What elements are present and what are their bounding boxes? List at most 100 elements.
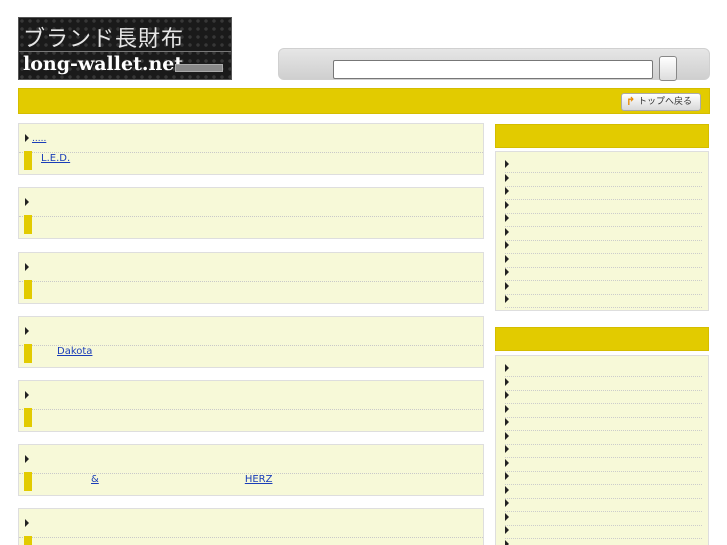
block-accent-bar	[24, 344, 32, 363]
bullet-arrow-icon	[505, 254, 509, 263]
block-title: .....	[25, 134, 52, 144]
block-accent-bar	[24, 215, 32, 234]
search-bar	[278, 48, 710, 81]
sidebar-item[interactable]	[505, 200, 702, 214]
bullet-arrow-icon	[505, 499, 509, 507]
back-to-top-button[interactable]: ↱ トップへ戻る	[621, 93, 701, 111]
bullet-arrow-icon	[505, 445, 509, 453]
sidebar-item[interactable]	[505, 391, 702, 404]
sidebar-item[interactable]	[505, 281, 702, 295]
block-accent-bar	[24, 536, 32, 545]
block-link-list: & HERZ	[41, 474, 386, 485]
block-link-list	[41, 217, 221, 228]
bullet-arrow-icon	[505, 200, 509, 209]
content-block: ..... L.E.D.	[18, 123, 484, 175]
sidebar-item[interactable]	[505, 458, 702, 472]
sidebar-item[interactable]	[505, 418, 702, 431]
block-link[interactable]: L.E.D.	[41, 153, 70, 164]
bullet-arrow-icon	[25, 327, 29, 335]
block-title	[25, 263, 48, 273]
sidebar-list-1	[495, 151, 709, 311]
bullet-arrow-icon	[505, 526, 509, 534]
sidebar-item[interactable]	[505, 187, 702, 200]
logo-divider	[19, 51, 231, 52]
content-block: Dakota	[18, 316, 484, 368]
sidebar-item[interactable]	[505, 268, 702, 281]
block-link[interactable]: HERZ	[245, 474, 273, 485]
sidebar-item[interactable]	[505, 227, 702, 241]
sidebar-item[interactable]	[505, 377, 702, 391]
bullet-arrow-icon	[505, 431, 509, 440]
bullet-arrow-icon	[505, 472, 509, 480]
sidebar-item[interactable]	[505, 295, 702, 308]
bullet-arrow-icon	[505, 404, 509, 413]
nav-bar: ↱ トップへ戻る	[18, 88, 710, 114]
block-title	[25, 391, 48, 401]
sidebar-item[interactable]	[505, 214, 702, 227]
sidebar-item[interactable]	[505, 539, 702, 545]
sidebar-item[interactable]	[505, 254, 702, 268]
bullet-arrow-icon	[25, 519, 29, 527]
sidebar-item[interactable]	[505, 160, 702, 173]
block-accent-bar	[24, 408, 32, 427]
sidebar-header-1	[495, 124, 709, 148]
search-button[interactable]	[659, 56, 677, 81]
block-accent-bar	[24, 472, 32, 491]
bullet-arrow-icon	[505, 377, 509, 386]
site-logo[interactable]: ブランド長財布 long-wallet.net	[18, 17, 232, 80]
bullet-arrow-icon	[505, 187, 509, 195]
bullet-arrow-icon	[505, 268, 509, 276]
bullet-arrow-icon	[505, 214, 509, 222]
block-title-link[interactable]: .....	[32, 134, 46, 144]
bullet-arrow-icon	[505, 539, 509, 545]
content-block	[18, 252, 484, 304]
sidebar-item[interactable]	[505, 445, 702, 458]
bullet-arrow-icon	[505, 295, 509, 303]
block-link-list	[41, 410, 75, 421]
block-title	[25, 198, 48, 208]
bullet-arrow-icon	[25, 455, 29, 463]
bullet-arrow-icon	[505, 458, 509, 467]
block-link[interactable]: &	[91, 474, 99, 485]
bullet-arrow-icon	[505, 512, 509, 521]
sidebar-item[interactable]	[505, 526, 702, 539]
sidebar-item[interactable]	[505, 431, 702, 445]
bullet-arrow-icon	[505, 241, 509, 249]
bullet-arrow-icon	[25, 263, 29, 271]
block-title	[25, 455, 48, 465]
logo-title-domain: long-wallet.net	[23, 53, 184, 75]
block-title	[25, 519, 48, 529]
block-divider	[19, 409, 483, 410]
sidebar-item[interactable]	[505, 485, 702, 499]
block-accent-bar	[24, 151, 32, 170]
sidebar-header-2	[495, 327, 709, 351]
logo-title-japanese: ブランド長財布	[23, 27, 185, 52]
sidebar-item[interactable]	[505, 499, 702, 512]
sidebar-item[interactable]	[505, 364, 702, 377]
sidebar-item[interactable]	[505, 241, 702, 254]
block-link-list: Dakota	[41, 346, 130, 357]
back-to-top-label: トップへ戻る	[638, 97, 693, 107]
bullet-arrow-icon	[505, 485, 509, 494]
content-block	[18, 508, 484, 545]
bullet-arrow-icon	[25, 391, 29, 399]
block-divider	[19, 537, 483, 538]
block-accent-bar	[24, 280, 32, 299]
block-link-list	[41, 282, 175, 293]
search-input[interactable]	[333, 60, 653, 79]
bullet-arrow-icon	[505, 227, 509, 236]
block-title	[25, 327, 48, 337]
sidebar-item[interactable]	[505, 404, 702, 418]
sidebar-item[interactable]	[505, 512, 702, 526]
bullet-arrow-icon	[505, 281, 509, 290]
logo-tag	[175, 64, 223, 72]
sidebar-item[interactable]	[505, 472, 702, 485]
return-arrow-icon: ↱	[626, 95, 636, 108]
block-link[interactable]: Dakota	[57, 346, 92, 357]
sidebar-item[interactable]	[505, 173, 702, 187]
content-block	[18, 187, 484, 239]
sidebar-list-2	[495, 355, 709, 545]
bullet-arrow-icon	[505, 391, 509, 399]
bullet-arrow-icon	[505, 160, 509, 168]
bullet-arrow-icon	[505, 418, 509, 426]
